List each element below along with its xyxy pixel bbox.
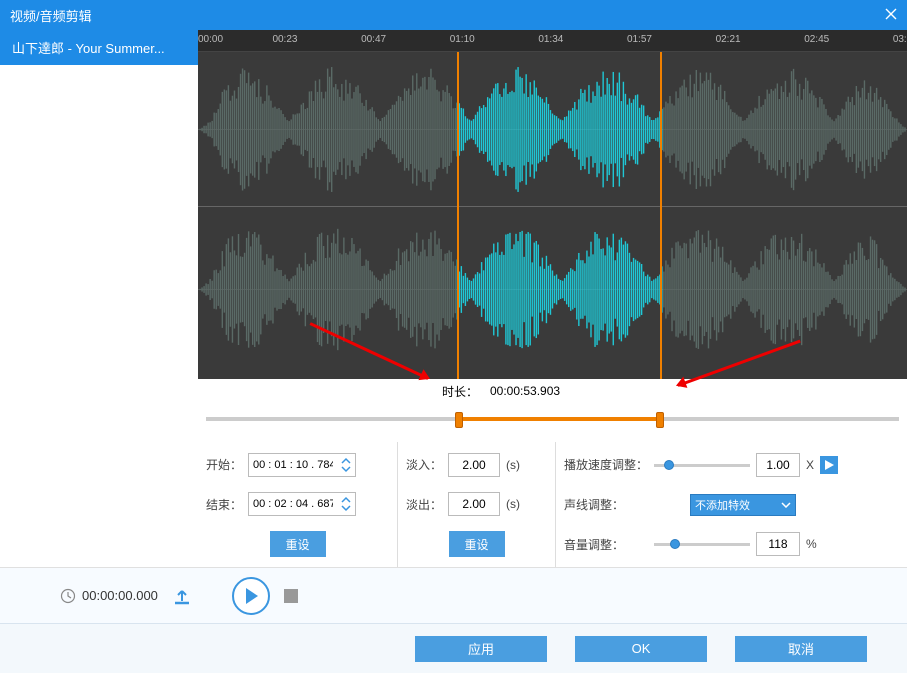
trim-range-slider[interactable] <box>206 404 899 434</box>
close-icon[interactable] <box>885 7 897 23</box>
volume-unit: % <box>806 537 817 551</box>
chevron-down-icon <box>781 502 791 508</box>
timeline-ruler[interactable]: 00:00 00:23 00:47 01:10 01:34 01:57 02:21 02:45… <box>198 30 907 52</box>
timeline-tick: 01:57 <box>627 34 652 45</box>
duration-label: 时长： <box>442 383 478 400</box>
fadeout-input[interactable] <box>448 492 500 516</box>
start-label: 开始： <box>206 456 242 473</box>
timeline-tick: 00:00 <box>198 34 223 45</box>
volume-label: 音量调整： <box>564 536 648 553</box>
speed-label: 播放速度调整： <box>564 456 648 473</box>
timeline-tick: 01:10 <box>450 34 475 45</box>
ok-button[interactable]: OK <box>575 636 707 662</box>
file-list-item[interactable]: 山下達郎 - Your Summer... <box>0 30 198 65</box>
fadein-label: 淡入： <box>406 456 442 473</box>
file-list-sidebar: 山下達郎 - Your Summer... <box>0 30 198 567</box>
export-icon <box>172 589 192 607</box>
voice-selected: 不添加特效 <box>695 497 750 513</box>
play-icon <box>244 588 258 604</box>
spinner-down-icon[interactable] <box>341 504 351 512</box>
playback-bar: 00:00:00.000 <box>0 567 907 623</box>
start-time-field[interactable] <box>253 459 333 471</box>
dialog-footer: 应用 OK 取消 <box>0 623 907 673</box>
fade-unit: (s) <box>506 458 520 472</box>
spinner-up-icon[interactable] <box>341 457 351 465</box>
play-icon <box>825 460 834 470</box>
clock-icon <box>60 588 76 604</box>
start-time-input[interactable] <box>248 453 356 477</box>
timeline-tick: 00:23 <box>272 34 297 45</box>
timeline-tick: 00:47 <box>361 34 386 45</box>
voice-effect-dropdown[interactable]: 不添加特效 <box>690 494 796 516</box>
fadeout-label: 淡出： <box>406 496 442 513</box>
speed-unit: X <box>806 458 814 472</box>
file-name: 山下達郎 - Your Summer... <box>12 38 165 57</box>
volume-slider[interactable] <box>654 534 750 554</box>
trim-reset-button[interactable]: 重设 <box>270 531 326 557</box>
play-button[interactable] <box>232 577 270 615</box>
fade-unit: (s) <box>506 497 520 511</box>
cancel-button[interactable]: 取消 <box>735 636 867 662</box>
title-bar: 视频/音频剪辑 <box>0 0 907 30</box>
timeline-tick: 02:45 <box>804 34 829 45</box>
end-time-field[interactable] <box>253 498 333 510</box>
stop-button[interactable] <box>284 589 298 603</box>
speed-slider[interactable] <box>654 455 750 475</box>
voice-label: 声线调整： <box>564 496 648 513</box>
playback-time: 00:00:00.000 <box>82 588 158 603</box>
export-button[interactable] <box>172 585 194 607</box>
fade-reset-button[interactable]: 重设 <box>449 531 505 557</box>
editor-main: 00:00 00:23 00:47 01:10 01:34 01:57 02:21 02:45… <box>198 30 907 567</box>
end-label: 结束： <box>206 496 242 513</box>
duration-value: 00:00:53.903 <box>490 384 560 398</box>
speed-input[interactable] <box>756 453 800 477</box>
volume-input[interactable] <box>756 532 800 556</box>
waveform-display[interactable] <box>198 52 907 379</box>
timeline-tick: 01:34 <box>538 34 563 45</box>
window-title: 视频/音频剪辑 <box>10 6 885 25</box>
settings-panel: 开始： 结束： <box>198 442 907 567</box>
spinner-down-icon[interactable] <box>341 465 351 473</box>
timeline-tick: 03:08 <box>893 34 907 45</box>
speed-preview-button[interactable] <box>820 456 838 474</box>
apply-button[interactable]: 应用 <box>415 636 547 662</box>
selected-range <box>459 417 660 421</box>
timeline-tick: 02:21 <box>716 34 741 45</box>
trim-end-handle[interactable] <box>656 412 664 428</box>
selection-overlay[interactable] <box>457 52 663 379</box>
duration-readout: 时长： 00:00:53.903 <box>198 379 907 405</box>
trim-start-handle[interactable] <box>455 412 463 428</box>
spinner-up-icon[interactable] <box>341 496 351 504</box>
end-time-input[interactable] <box>248 492 356 516</box>
fadein-input[interactable] <box>448 453 500 477</box>
